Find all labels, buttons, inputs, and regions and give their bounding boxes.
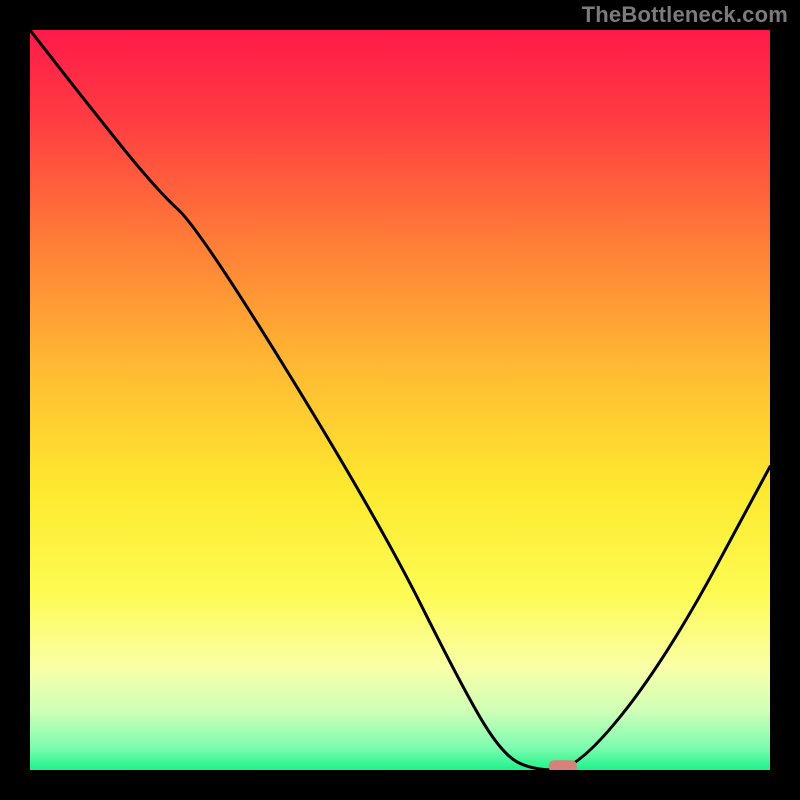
optimal-marker bbox=[549, 760, 577, 770]
chart-svg bbox=[30, 30, 770, 770]
attribution-label: TheBottleneck.com bbox=[582, 2, 788, 28]
chart-root: TheBottleneck.com bbox=[0, 0, 800, 800]
chart-background bbox=[30, 30, 770, 770]
plot-area bbox=[30, 30, 770, 770]
